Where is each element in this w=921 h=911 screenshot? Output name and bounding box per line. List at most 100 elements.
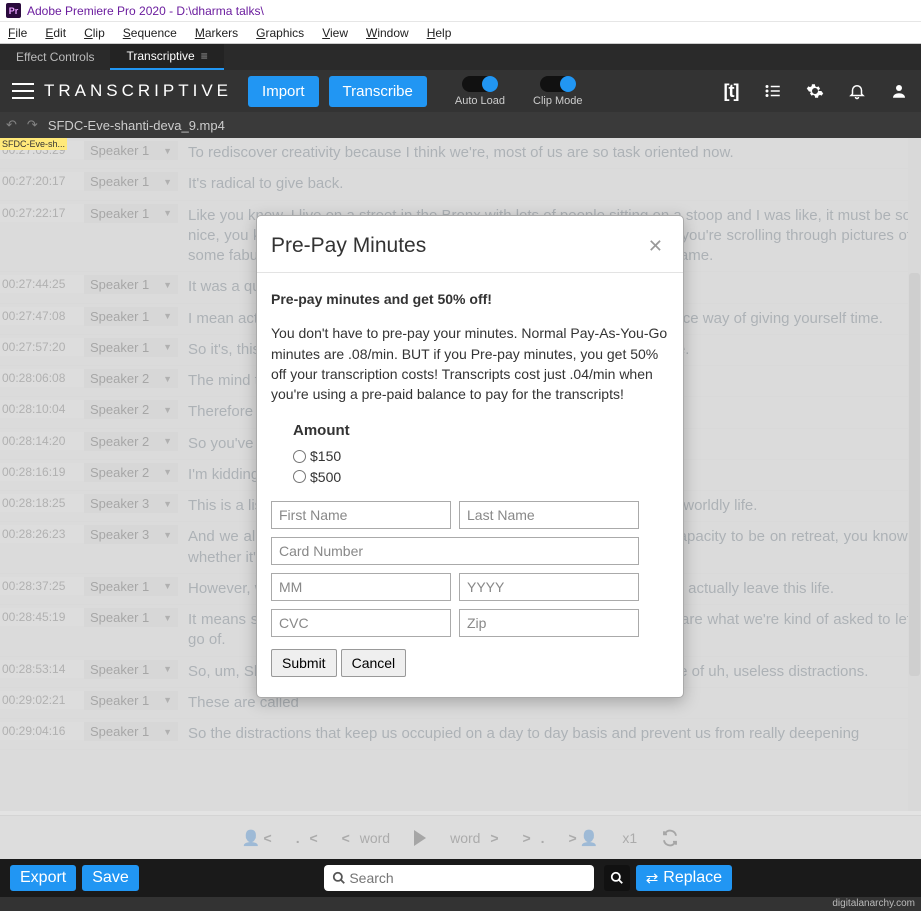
chevron-down-icon: ▼ (163, 499, 172, 509)
cancel-button[interactable]: Cancel (341, 649, 407, 677)
undo-icon[interactable]: ↶ (6, 117, 17, 133)
speaker-dropdown[interactable]: Speaker 1▼ (84, 307, 178, 326)
chevron-down-icon: ▼ (163, 436, 172, 446)
premiere-logo-icon: Pr (6, 3, 21, 18)
next-word-label: word (450, 830, 480, 846)
timecode: 00:28:06:08 (0, 369, 84, 387)
exp-year-input[interactable] (459, 573, 639, 601)
timecode: 00:27:20:17 (0, 172, 84, 190)
menu-help[interactable]: Help (427, 26, 452, 40)
export-button[interactable]: Export (10, 865, 76, 891)
search-input[interactable] (349, 870, 585, 886)
redo-icon[interactable]: ↷ (27, 117, 38, 133)
replace-button[interactable]: ⇄ Replace (636, 865, 732, 891)
speed-button[interactable]: x1 (622, 830, 637, 846)
speaker-dropdown[interactable]: Speaker 1▼ (84, 141, 178, 160)
menu-file[interactable]: File (8, 26, 27, 40)
play-button[interactable] (414, 830, 426, 846)
panel-menu-icon[interactable]: ≡ (201, 49, 208, 63)
next-word-button[interactable]: word > (450, 830, 498, 846)
transcript-text[interactable]: To rediscover creativity because I think… (178, 141, 921, 165)
cvc-input[interactable] (271, 609, 451, 637)
chevron-down-icon: ▼ (163, 374, 172, 384)
clipmode-toggle[interactable]: Clip Mode (533, 76, 583, 107)
next-sentence-button[interactable]: > . (523, 830, 545, 846)
speaker-dropdown[interactable]: Speaker 2▼ (84, 432, 178, 451)
tab-effect-controls[interactable]: Effect Controls (0, 44, 110, 70)
clip-tag[interactable]: SFDC-Eve-sh... (0, 138, 67, 150)
import-button[interactable]: Import (248, 76, 319, 107)
scrollbar[interactable] (908, 138, 921, 811)
search-icon (332, 871, 346, 885)
list-icon[interactable] (763, 81, 783, 101)
speaker-dropdown[interactable]: Speaker 3▼ (84, 525, 178, 544)
speaker-dropdown[interactable]: Speaker 1▼ (84, 608, 178, 627)
autoload-label: Auto Load (455, 95, 505, 107)
loop-button[interactable] (661, 829, 679, 847)
menu-clip[interactable]: Clip (84, 26, 105, 40)
chevron-down-icon: ▼ (163, 208, 172, 218)
menu-window[interactable]: Window (366, 26, 409, 40)
prepay-modal: Pre-Pay Minutes ✕ Pre-pay minutes and ge… (256, 215, 684, 698)
first-name-input[interactable] (271, 501, 451, 529)
menu-markers[interactable]: Markers (195, 26, 238, 40)
speaker-dropdown[interactable]: Speaker 1▼ (84, 275, 178, 294)
swap-icon: ⇄ (646, 869, 659, 887)
speaker-dropdown[interactable]: Speaker 1▼ (84, 722, 178, 741)
chevron-down-icon: ▼ (163, 405, 172, 415)
chevron-down-icon: ▼ (163, 467, 172, 477)
transcribe-button[interactable]: Transcribe (329, 76, 427, 107)
modal-close-icon[interactable]: ✕ (648, 236, 663, 257)
timecode: 00:29:02:21 (0, 691, 84, 709)
search-field[interactable] (324, 865, 594, 891)
title-bar: Pr Adobe Premiere Pro 2020 - D:\dharma t… (0, 0, 921, 22)
speaker-dropdown[interactable]: Speaker 1▼ (84, 204, 178, 223)
modal-body-text: You don't have to pre-pay your minutes. … (271, 323, 669, 404)
menu-graphics[interactable]: Graphics (256, 26, 304, 40)
amount-150-radio[interactable] (293, 450, 306, 463)
next-speaker-button[interactable]: >👤 (569, 829, 599, 847)
autoload-toggle[interactable]: Auto Load (455, 76, 505, 107)
chevron-down-icon: ▼ (163, 530, 172, 540)
amount-500-label: $500 (310, 467, 341, 487)
menu-view[interactable]: View (322, 26, 348, 40)
zip-input[interactable] (459, 609, 639, 637)
transcript-text[interactable]: It's radical to give back. (178, 172, 921, 196)
amount-label: Amount (293, 420, 669, 442)
speaker-dropdown[interactable]: Speaker 2▼ (84, 400, 178, 419)
timecode: 00:28:10:04 (0, 400, 84, 418)
transcript-text[interactable]: So the distractions that keep us occupie… (178, 722, 921, 746)
last-name-input[interactable] (459, 501, 639, 529)
hamburger-icon[interactable] (12, 83, 34, 99)
amount-500-radio[interactable] (293, 470, 306, 483)
current-file-label: SFDC-Eve-shanti-deva_9.mp4 (48, 118, 225, 133)
speaker-dropdown[interactable]: Speaker 1▼ (84, 660, 178, 679)
bell-icon[interactable] (847, 81, 867, 101)
speaker-dropdown[interactable]: Speaker 2▼ (84, 369, 178, 388)
speaker-dropdown[interactable]: Speaker 1▼ (84, 577, 178, 596)
card-number-input[interactable] (271, 537, 639, 565)
transcript-row[interactable]: 00:27:03:29Speaker 1▼To rediscover creat… (0, 138, 921, 169)
prev-sentence-button[interactable]: . < (296, 830, 318, 846)
exp-month-input[interactable] (271, 573, 451, 601)
save-button[interactable]: Save (82, 865, 138, 891)
speaker-dropdown[interactable]: Speaker 1▼ (84, 172, 178, 191)
transcript-row[interactable]: 00:27:20:17Speaker 1▼It's radical to giv… (0, 169, 921, 200)
submit-button[interactable]: Submit (271, 649, 337, 677)
user-icon[interactable] (889, 81, 909, 101)
speaker-dropdown[interactable]: Speaker 2▼ (84, 463, 178, 482)
prev-word-button[interactable]: < word (342, 830, 390, 846)
transcript-row[interactable]: 00:29:04:16Speaker 1▼So the distractions… (0, 719, 921, 750)
menu-sequence[interactable]: Sequence (123, 26, 177, 40)
gear-icon[interactable] (805, 81, 825, 101)
menu-edit[interactable]: Edit (45, 26, 66, 40)
chevron-down-icon: ▼ (163, 146, 172, 156)
timecode: 00:28:53:14 (0, 660, 84, 678)
speaker-dropdown[interactable]: Speaker 3▼ (84, 494, 178, 513)
speaker-dropdown[interactable]: Speaker 1▼ (84, 338, 178, 357)
speaker-dropdown[interactable]: Speaker 1▼ (84, 691, 178, 710)
tab-transcriptive[interactable]: Transcriptive ≡ (110, 44, 223, 70)
search-go-button[interactable] (604, 865, 630, 891)
bracket-t-icon[interactable]: [t] (721, 81, 741, 101)
prev-speaker-button[interactable]: 👤< (242, 829, 272, 847)
